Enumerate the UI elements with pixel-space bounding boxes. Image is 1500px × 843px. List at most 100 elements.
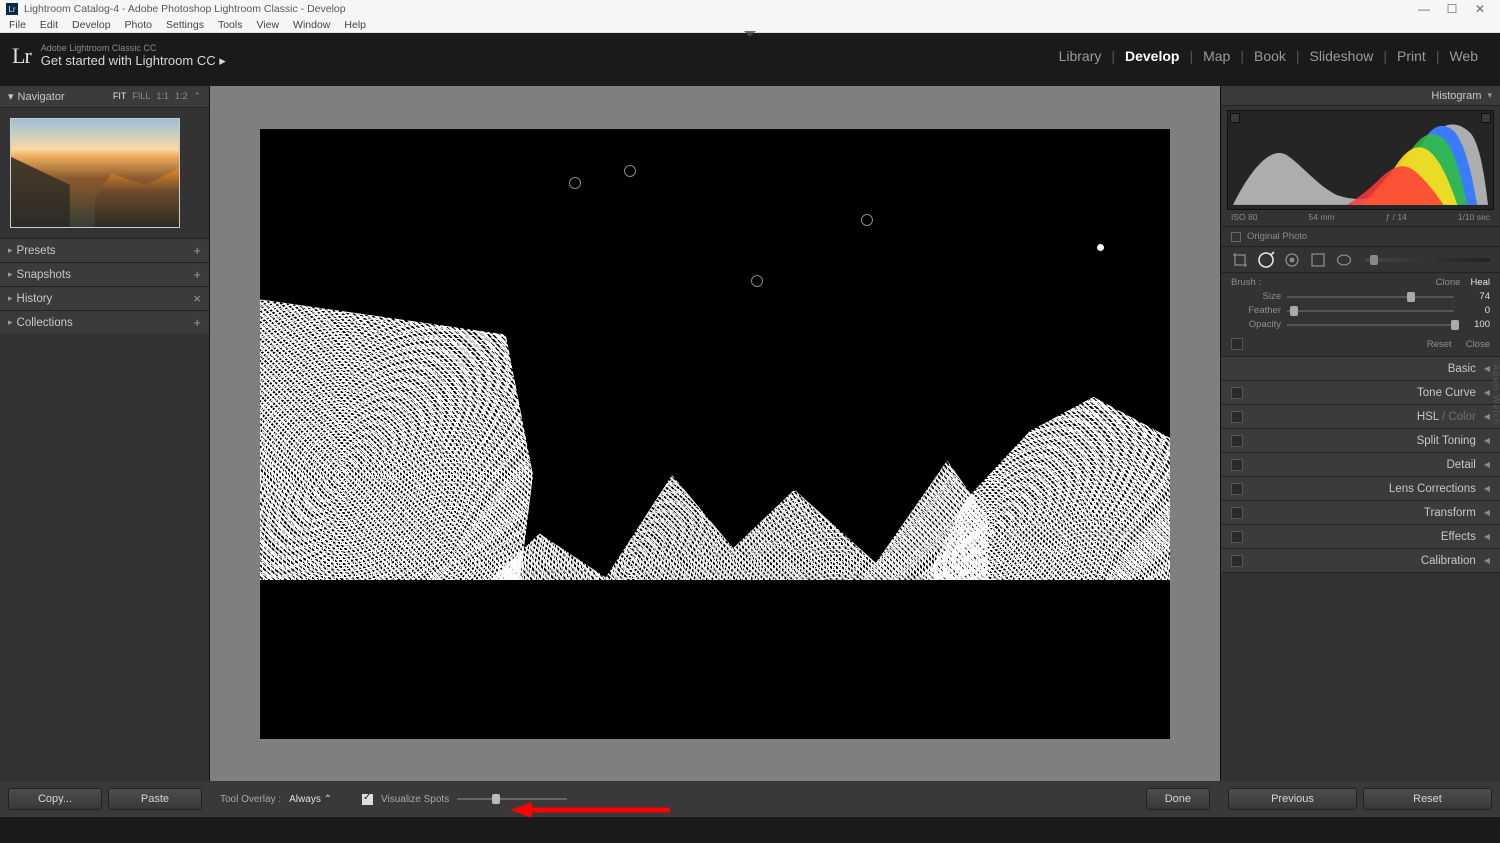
slider-opacity[interactable] (1287, 324, 1454, 326)
brush-reset-button[interactable]: Reset (1427, 339, 1452, 350)
panel-transform[interactable]: Transform◀ (1221, 501, 1500, 525)
visualize-spots-checkbox[interactable] (362, 794, 373, 805)
menu-file[interactable]: File (2, 19, 33, 31)
slider-feather-value[interactable]: 0 (1460, 305, 1490, 316)
panel-toggle-switch-icon[interactable] (1231, 338, 1243, 350)
crop-tool-icon[interactable] (1231, 251, 1249, 269)
radial-filter-tool-icon[interactable] (1335, 251, 1353, 269)
add-collection-button[interactable]: + (193, 315, 201, 330)
brush-mode-clone[interactable]: Clone (1436, 277, 1461, 288)
panel-lens-corrections[interactable]: Lens Corrections◀ (1221, 477, 1500, 501)
image-canvas[interactable] (260, 129, 1170, 739)
red-eye-tool-icon[interactable] (1283, 251, 1301, 269)
menu-edit[interactable]: Edit (33, 19, 65, 31)
zoom-1-2[interactable]: 1:2 (175, 91, 188, 102)
panel-snapshots[interactable]: ▸ Snapshots + (0, 262, 209, 286)
spot-removal-panel: Brush : Clone Heal Size 74 Feather 0 Opa… (1221, 273, 1500, 357)
menu-view[interactable]: View (249, 19, 286, 31)
module-develop[interactable]: Develop (1115, 48, 1189, 64)
navigator-preview[interactable] (0, 108, 209, 238)
navigator-header[interactable]: ▾ Navigator FIT FILL 1:1 1:2 ⌃ (0, 86, 209, 108)
clear-history-button[interactable]: × (193, 291, 201, 306)
module-library[interactable]: Library (1049, 48, 1112, 64)
brush-mode-heal[interactable]: Heal (1470, 277, 1490, 288)
menu-tools[interactable]: Tools (211, 19, 250, 31)
zoom-fit[interactable]: FIT (113, 91, 127, 102)
panel-toggle-switch-icon[interactable] (1231, 435, 1243, 447)
zoom-more-icon[interactable]: ⌃ (193, 91, 201, 102)
get-started-link[interactable]: Get started with Lightroom CC ▸ (41, 54, 226, 68)
visualize-spots-label[interactable]: Visualize Spots (381, 794, 449, 805)
slider-feather-row: Feather 0 (1231, 305, 1490, 316)
slider-feather-label: Feather (1231, 305, 1281, 316)
panel-collections[interactable]: ▸ Collections + (0, 310, 209, 334)
panel-toggle-switch-icon[interactable] (1231, 411, 1243, 423)
image-canvas-area[interactable] (210, 86, 1220, 781)
graduated-filter-tool-icon[interactable] (1309, 251, 1327, 269)
add-preset-button[interactable]: + (193, 243, 201, 258)
panel-calibration[interactable]: Calibration◀ (1221, 549, 1500, 573)
panel-snapshots-label: Snapshots (17, 269, 71, 281)
histogram-header[interactable]: Histogram ▾ (1221, 86, 1500, 106)
checkbox-icon[interactable] (1231, 232, 1241, 242)
panel-toggle-switch-icon[interactable] (1231, 507, 1243, 519)
slider-size[interactable] (1287, 296, 1454, 298)
panel-toggle-switch-icon[interactable] (1231, 555, 1243, 567)
panel-detail[interactable]: Detail◀ (1221, 453, 1500, 477)
panel-history-label: History (17, 293, 53, 305)
panel-tone-curve[interactable]: Tone Curve◀ (1221, 381, 1500, 405)
menu-photo[interactable]: Photo (118, 19, 159, 31)
meta-shutter: 1/10 sec (1458, 212, 1490, 222)
panel-history[interactable]: ▸ History × (0, 286, 209, 310)
panel-basic[interactable]: Basic◀ (1221, 357, 1500, 381)
app-body: Lr Adobe Lightroom Classic CC Get starte… (0, 33, 1500, 817)
window-maximize-button[interactable]: ☐ (1438, 2, 1466, 16)
slider-feather[interactable] (1287, 310, 1454, 312)
window-close-button[interactable]: ✕ (1466, 2, 1494, 16)
slider-opacity-row: Opacity 100 (1231, 319, 1490, 330)
spot-removal-tool-icon[interactable] (1257, 251, 1275, 269)
menu-develop[interactable]: Develop (65, 19, 118, 31)
slider-size-value[interactable]: 74 (1460, 291, 1490, 302)
brush-close-button[interactable]: Close (1466, 339, 1490, 350)
module-web[interactable]: Web (1439, 48, 1488, 64)
original-photo-label: Original Photo (1247, 231, 1307, 242)
histogram[interactable] (1227, 110, 1494, 210)
panel-effects[interactable]: Effects◀ (1221, 525, 1500, 549)
original-photo-toggle[interactable]: Original Photo (1221, 226, 1500, 247)
module-book[interactable]: Book (1244, 48, 1296, 64)
tool-overlay-dropdown[interactable]: Always ⌃ (289, 794, 332, 805)
module-slideshow[interactable]: Slideshow (1300, 48, 1384, 64)
done-button[interactable]: Done (1146, 788, 1210, 810)
menu-help[interactable]: Help (337, 19, 373, 31)
panel-toggle-switch-icon[interactable] (1231, 387, 1243, 399)
panel-toggle-switch-icon[interactable] (1231, 531, 1243, 543)
menu-settings[interactable]: Settings (159, 19, 211, 31)
previous-button[interactable]: Previous (1228, 788, 1357, 810)
reset-button[interactable]: Reset (1363, 788, 1492, 810)
panel-toggle-switch-icon[interactable] (1231, 483, 1243, 495)
identity-bar: Lr Adobe Lightroom Classic CC Get starte… (0, 33, 1500, 79)
zoom-fill[interactable]: FILL (132, 91, 150, 102)
panel-split-toning[interactable]: Split Toning◀ (1221, 429, 1500, 453)
filmstrip-collapse-top-icon[interactable] (744, 31, 756, 37)
window-minimize-button[interactable]: — (1410, 2, 1438, 16)
copy-settings-button[interactable]: Copy... (8, 788, 102, 810)
menu-window[interactable]: Window (286, 19, 337, 31)
chevron-right-icon: ▸ (8, 293, 13, 304)
zoom-1-1[interactable]: 1:1 (156, 91, 169, 102)
module-map[interactable]: Map (1193, 48, 1240, 64)
slider-opacity-value[interactable]: 100 (1460, 319, 1490, 330)
meta-focal: 54 mm (1309, 212, 1335, 222)
chevron-right-icon: ▸ (8, 317, 13, 328)
panel-presets[interactable]: ▸ Presets + (0, 238, 209, 262)
add-snapshot-button[interactable]: + (193, 267, 201, 282)
adjustment-brush-size-slider[interactable] (1365, 258, 1490, 262)
slider-size-label: Size (1231, 291, 1281, 302)
panel-toggle-switch-icon[interactable] (1231, 459, 1243, 471)
module-print[interactable]: Print (1387, 48, 1436, 64)
module-picker: Library| Develop| Map| Book| Slideshow| … (1049, 48, 1488, 64)
chevron-down-icon: ▾ (1487, 90, 1492, 101)
paste-settings-button[interactable]: Paste (108, 788, 202, 810)
panel-hsl[interactable]: HSL / Color◀ (1221, 405, 1500, 429)
